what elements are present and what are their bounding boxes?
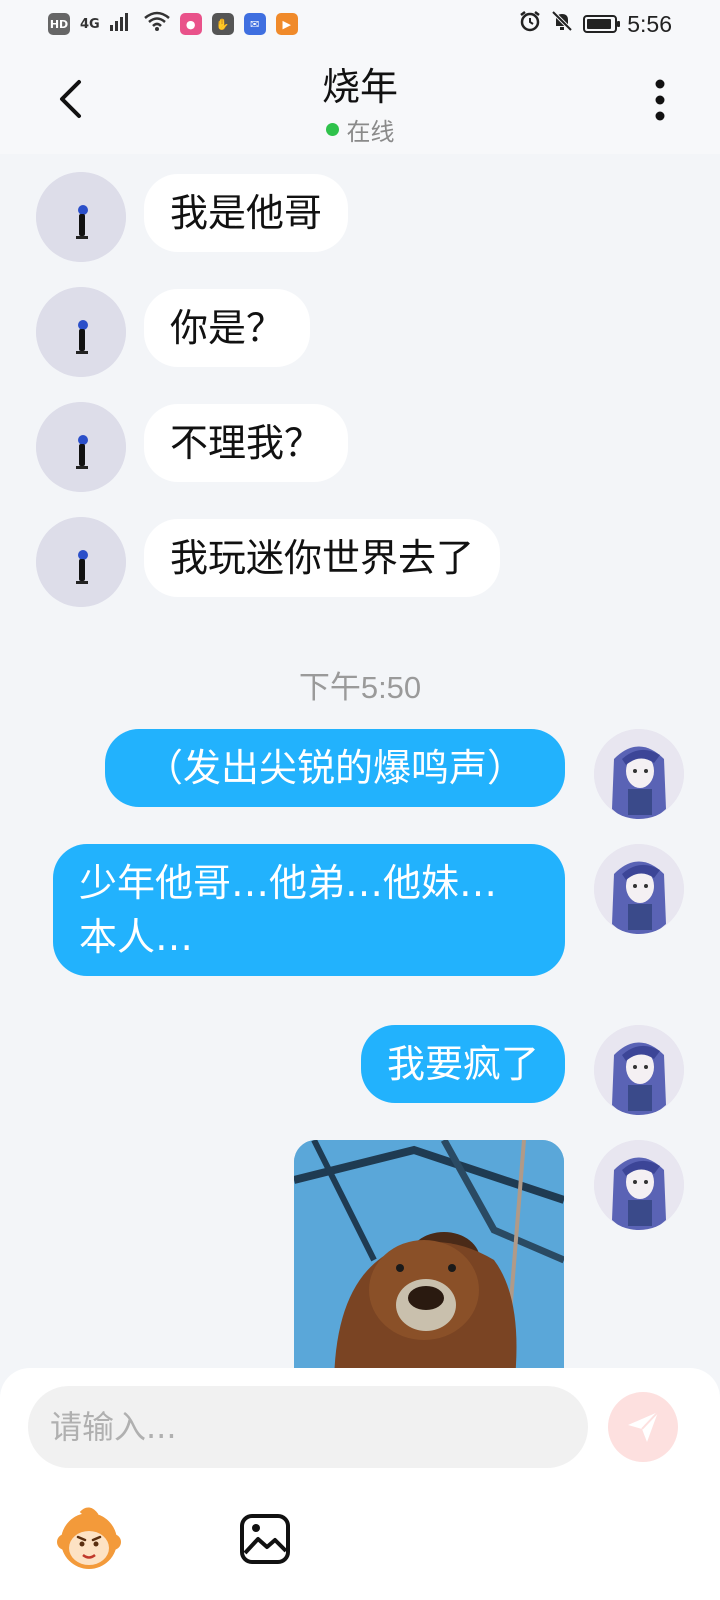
sticker-button[interactable] (54, 1504, 124, 1574)
monkey-sticker-icon (57, 1507, 121, 1569)
image-icon (240, 1514, 290, 1564)
alarm-icon (519, 10, 541, 38)
incoming-message[interactable]: 我是他哥 (144, 174, 349, 252)
image-picker-button[interactable] (230, 1504, 300, 1574)
more-options-button[interactable] (640, 72, 680, 128)
app-notification-icon-1: ● (179, 13, 202, 35)
mute-icon (551, 10, 573, 38)
message-timestamp: 下午5:50 (298, 670, 422, 705)
online-status-label: 在线 (346, 118, 395, 146)
my-avatar[interactable] (594, 844, 684, 934)
clock: 5:56 (627, 10, 672, 37)
app-notification-icon-4: ▶ (275, 13, 298, 35)
contact-avatar[interactable] (36, 517, 126, 607)
incoming-message[interactable]: 你是？ (144, 289, 311, 367)
app-notification-icon-3: ✉ (243, 13, 266, 35)
incoming-message[interactable]: 我玩迷你世界去了 (144, 519, 501, 597)
status-bar: HD 4G ● ✋ ✉ ▶ 5:56 (0, 0, 720, 48)
contact-avatar[interactable] (36, 287, 126, 377)
online-dot-icon (325, 123, 339, 136)
image-message[interactable] (294, 1140, 564, 1388)
outgoing-message[interactable]: 少年他哥…他弟…他妹… 本人… (53, 844, 565, 976)
hd-badge: HD (48, 13, 70, 35)
paper-plane-icon (628, 1411, 659, 1442)
contact-avatar[interactable] (36, 402, 126, 492)
composer (0, 1368, 720, 1600)
contact-avatar[interactable] (36, 172, 126, 262)
wifi-icon (143, 11, 170, 37)
contact-name: 烧年 (321, 65, 398, 109)
send-button[interactable] (608, 1392, 678, 1462)
more-vertical-icon (655, 79, 665, 121)
incoming-message[interactable]: 不理我？ (144, 404, 349, 482)
outgoing-message[interactable]: 我要疯了 (360, 1025, 565, 1103)
status-bar-left: HD 4G ● ✋ ✉ ▶ (48, 11, 298, 37)
message-list[interactable]: 我是他哥 你是？ 不理我？ 我玩迷你世界去了 下午5:50 （发出尖锐的爆鸣声）… (0, 154, 720, 1388)
network-type-label: 4G (80, 16, 100, 32)
signal-icon (109, 11, 134, 37)
battery-icon (583, 15, 621, 33)
my-avatar[interactable] (594, 1025, 684, 1115)
my-avatar[interactable] (594, 1140, 684, 1230)
outgoing-message-line: 本人… (79, 915, 194, 959)
status-bar-right: 5:56 (519, 10, 672, 38)
online-status: 在线 (0, 112, 720, 147)
outgoing-message[interactable]: （发出尖锐的爆鸣声） (104, 729, 565, 807)
outgoing-message-line: 少年他哥…他弟…他妹… (79, 861, 498, 905)
my-avatar[interactable] (594, 729, 684, 819)
chat-header: 烧年 在线 (0, 48, 720, 154)
message-input[interactable] (28, 1386, 588, 1468)
app-notification-icon-2: ✋ (211, 13, 234, 35)
